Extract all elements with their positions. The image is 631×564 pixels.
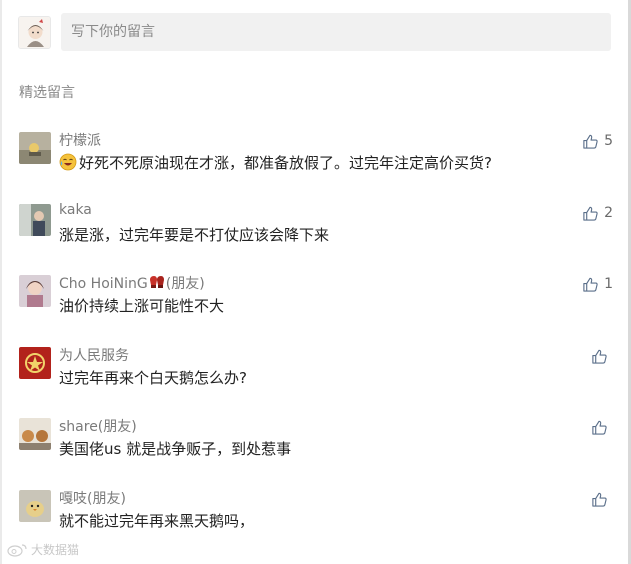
comment-text: 过完年再来个白天鹅怎么办? [59, 369, 247, 387]
commenter-name: share(朋友) [59, 419, 137, 435]
commenter-name: 为人民服务 [59, 348, 129, 364]
laughing-crying-emoji-icon [59, 153, 77, 171]
comment-item: 为人民服务 过完年再来个白天鹅怎么办? [19, 345, 613, 405]
comment-item: 柠檬派 好死不死原油现在才涨，都准备放假了。过完年注定高价买货? 5 [19, 130, 613, 190]
comment-item: share(朋友) 美国佬us 就是战争贩子，到处惹事 [19, 416, 613, 476]
like-button[interactable] [591, 488, 613, 510]
compose-row [18, 13, 612, 53]
thumbs-up-icon [583, 206, 598, 221]
comment-input[interactable] [61, 13, 611, 51]
comment-text: 好死不死原油现在才涨，都准备放假了。过完年注定高价买货? [59, 152, 492, 173]
thumbs-up-icon [592, 420, 607, 435]
commenter-avatar [19, 347, 51, 379]
comment-text: 美国佬us 就是战争贩子，到处惹事 [59, 440, 292, 458]
like-count: 2 [604, 205, 613, 221]
commenter-avatar [19, 490, 51, 522]
featured-comments-title: 精选留言 [19, 85, 75, 101]
commenter-name: 嘎吱(朋友) [59, 491, 126, 507]
like-button[interactable] [591, 345, 613, 367]
like-count: 5 [604, 133, 613, 149]
user-avatar [18, 16, 51, 49]
like-button[interactable] [591, 416, 613, 438]
like-button[interactable]: 1 [582, 273, 613, 295]
commenter-name-text: Cho HoiNinG [59, 276, 148, 292]
like-button[interactable]: 2 [582, 202, 613, 224]
boxing-gloves-icon [149, 276, 164, 288]
commenter-name: kaka [59, 202, 92, 218]
commenter-avatar [19, 132, 51, 164]
comment-text: 涨是涨，过完年要是不打仗应该会降下来 [59, 226, 330, 244]
commenter-avatar [19, 418, 51, 450]
commenter-friend-tag: (朋友) [165, 276, 205, 292]
thumbs-up-icon [583, 277, 598, 292]
watermark: 大数据猫 [6, 541, 79, 558]
comment-text: 油价持续上涨可能性不大 [59, 297, 225, 315]
like-count: 1 [604, 276, 613, 292]
left-frame-edge [0, 0, 2, 564]
thumbs-up-icon [592, 349, 607, 364]
comment-item: 嘎吱(朋友) 就不能过完年再来黑天鹅吗， [19, 488, 613, 548]
commenter-avatar [19, 275, 51, 307]
weibo-logo-icon [7, 543, 27, 557]
comment-item: kaka 涨是涨，过完年要是不打仗应该会降下来 2 [19, 202, 613, 262]
thumbs-up-icon [583, 134, 598, 149]
like-button[interactable]: 5 [582, 130, 613, 152]
comment-text-body: 好死不死原油现在才涨，都准备放假了。过完年注定高价买货? [79, 154, 492, 172]
thumbs-up-icon [592, 492, 607, 507]
commenter-name: Cho HoiNinG (朋友) [59, 273, 205, 293]
watermark-text: 大数据猫 [31, 543, 80, 557]
commenter-avatar [19, 204, 51, 236]
comment-text: 就不能过完年再来黑天鹅吗， [59, 512, 255, 530]
comment-item: Cho HoiNinG (朋友) 油价持续上涨可能性不大 1 [19, 273, 613, 333]
commenter-name: 柠檬派 [59, 133, 101, 149]
